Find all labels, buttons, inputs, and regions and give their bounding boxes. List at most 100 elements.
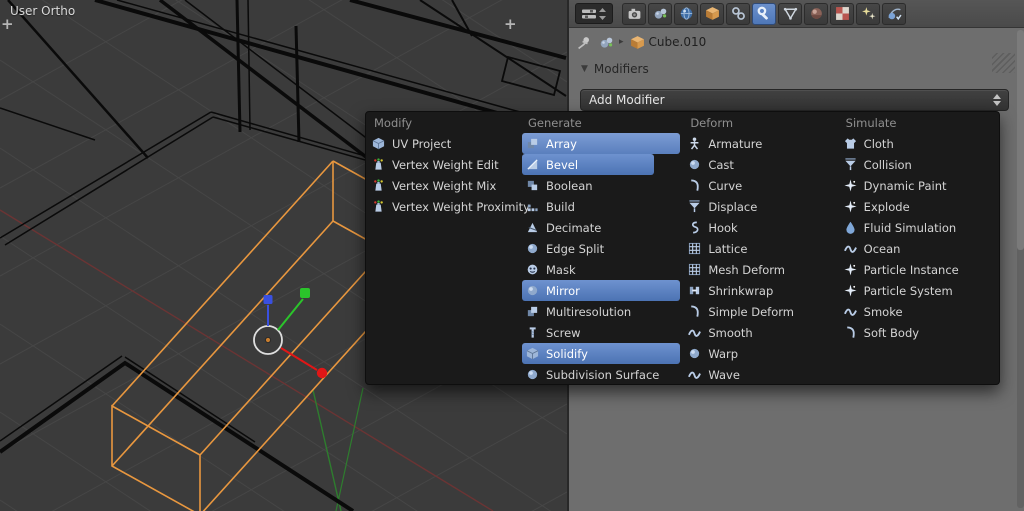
menu-item-soft-body[interactable]: Soft Body	[840, 322, 997, 343]
pin-icon[interactable]	[577, 35, 592, 50]
add-modifier-menu: Modify UV Project Vertex Weight Edit Vertex…	[365, 111, 1000, 385]
menu-item-subdivision-surface[interactable]: Subdivision Surface	[522, 364, 680, 385]
menu-item-particle-instance[interactable]: Particle Instance	[840, 259, 997, 280]
menu-item-label: Multiresolution	[546, 304, 632, 319]
scrollbar-thumb[interactable]	[1017, 30, 1024, 250]
menu-item-label: Subdivision Surface	[546, 367, 660, 382]
menu-item-smoke[interactable]: Smoke	[840, 301, 997, 322]
tab-material[interactable]	[804, 2, 828, 25]
menu-item-boolean[interactable]: Boolean	[522, 175, 680, 196]
menu-column-header: Simulate	[845, 116, 897, 130]
tab-world[interactable]	[674, 2, 698, 25]
menu-item-vertex-weight-mix[interactable]: Vertex Weight Mix	[368, 175, 518, 196]
menu-item-mirror[interactable]: Mirror	[522, 280, 681, 301]
menu-item-screw[interactable]: Screw	[522, 322, 680, 343]
menu-item-simple-deform[interactable]: Simple Deform	[684, 301, 835, 322]
tab-object-data[interactable]	[778, 2, 802, 25]
collision-icon	[844, 158, 857, 171]
object-context-icon[interactable]	[599, 35, 614, 50]
material-sphere-icon	[809, 6, 824, 21]
menu-item-dynamic-paint[interactable]: Dynamic Paint	[840, 175, 997, 196]
menu-item-label: Smooth	[708, 325, 753, 340]
menu-item-bevel[interactable]: Bevel	[522, 154, 655, 175]
menu-item-lattice[interactable]: Lattice	[684, 238, 835, 259]
menu-item-edge-split[interactable]: Edge Split	[522, 238, 680, 259]
menu-item-vertex-weight-proximity[interactable]: Vertex Weight Proximity	[368, 196, 530, 217]
menu-item-curve[interactable]: Curve	[684, 175, 835, 196]
menu-item-decimate[interactable]: Decimate	[522, 217, 680, 238]
menu-item-mask[interactable]: Mask	[522, 259, 680, 280]
menu-item-cloth[interactable]: Cloth	[840, 133, 997, 154]
explode-icon	[844, 200, 857, 213]
expand-region-right-button[interactable]: +	[504, 17, 517, 32]
view-mode-label: User Ortho	[10, 4, 76, 18]
menu-item-mesh-deform[interactable]: Mesh Deform	[684, 259, 835, 280]
menu-item-solidify[interactable]: Solidify	[522, 343, 681, 364]
particles-icon	[861, 6, 876, 21]
tab-constraints[interactable]	[726, 2, 750, 25]
menu-item-label: Ocean	[863, 241, 901, 256]
uv-project-icon	[372, 137, 385, 150]
tab-particles[interactable]	[856, 2, 880, 25]
lattice-icon	[688, 242, 701, 255]
editor-type-selector[interactable]	[575, 3, 613, 24]
menu-item-label: Mask	[546, 262, 576, 277]
mirror-icon	[526, 284, 539, 297]
menu-item-array[interactable]: Array	[522, 133, 681, 154]
tab-render[interactable]	[622, 2, 646, 25]
dropdown-arrows-icon	[993, 94, 1001, 106]
collapse-triangle-icon[interactable]: ▼	[581, 64, 588, 74]
menu-item-label: Soft Body	[863, 325, 920, 340]
menu-item-particle-system[interactable]: Particle System	[840, 280, 997, 301]
tab-physics[interactable]	[882, 2, 906, 25]
menu-item-smooth[interactable]: Smooth	[684, 322, 835, 343]
tab-texture[interactable]	[830, 2, 854, 25]
menu-item-displace[interactable]: Displace	[684, 196, 835, 217]
menu-item-label: Array	[546, 136, 577, 151]
menu-item-wave[interactable]: Wave	[684, 364, 835, 385]
particle-instance-icon	[844, 263, 857, 276]
gizmo-x-handle[interactable]	[316, 367, 328, 379]
simple-deform-icon	[688, 305, 701, 318]
armature-icon	[688, 137, 701, 150]
add-modifier-dropdown[interactable]: Add Modifier	[580, 89, 1009, 111]
menu-item-collision[interactable]: Collision	[840, 154, 997, 175]
tab-scene[interactable]	[648, 2, 672, 25]
menu-item-hook[interactable]: Hook	[684, 217, 835, 238]
menu-item-vertex-weight-edit[interactable]: Vertex Weight Edit	[368, 154, 518, 175]
menu-item-label: Vertex Weight Edit	[392, 157, 499, 172]
menu-item-label: UV Project	[392, 136, 452, 151]
menu-item-armature[interactable]: Armature	[684, 133, 835, 154]
array-icon	[526, 137, 539, 150]
menu-item-uv-project[interactable]: UV Project	[368, 133, 518, 154]
gizmo-y-handle[interactable]	[300, 288, 310, 298]
gizmo-y-axis[interactable]	[277, 298, 304, 331]
solidify-icon	[526, 347, 539, 360]
menu-item-cast[interactable]: Cast	[684, 154, 835, 175]
multiresolution-icon	[526, 305, 539, 318]
menu-item-shrinkwrap[interactable]: Shrinkwrap	[684, 280, 835, 301]
menu-item-explode[interactable]: Explode	[840, 196, 997, 217]
tab-object[interactable]	[700, 2, 724, 25]
panel-title-label: Modifiers	[593, 62, 649, 76]
menu-item-label: Dynamic Paint	[863, 178, 947, 193]
gizmo-z-handle[interactable]	[263, 295, 273, 304]
menu-item-fluid-simulation[interactable]: Fluid Simulation	[840, 217, 997, 238]
menu-item-label: Smoke	[863, 304, 903, 319]
build-icon	[526, 200, 539, 213]
properties-scrollbar[interactable]	[1017, 30, 1024, 508]
modifiers-wrench-icon	[757, 6, 772, 21]
menu-item-label: Build	[546, 199, 575, 214]
menu-item-build[interactable]: Build	[522, 196, 680, 217]
panel-resize-grip[interactable]	[992, 53, 1015, 73]
boolean-icon	[526, 179, 539, 192]
transform-gizmo[interactable]	[253, 288, 328, 379]
physics-icon	[887, 6, 902, 21]
expand-region-left-button[interactable]: +	[1, 17, 14, 32]
menu-item-ocean[interactable]: Ocean	[840, 238, 997, 259]
modifiers-panel-header[interactable]: ▼ Modifiers	[581, 62, 649, 76]
menu-item-label: Boolean	[546, 178, 593, 193]
tab-modifiers[interactable]	[752, 2, 776, 25]
menu-item-warp[interactable]: Warp	[684, 343, 835, 364]
menu-item-multiresolution[interactable]: Multiresolution	[522, 301, 680, 322]
